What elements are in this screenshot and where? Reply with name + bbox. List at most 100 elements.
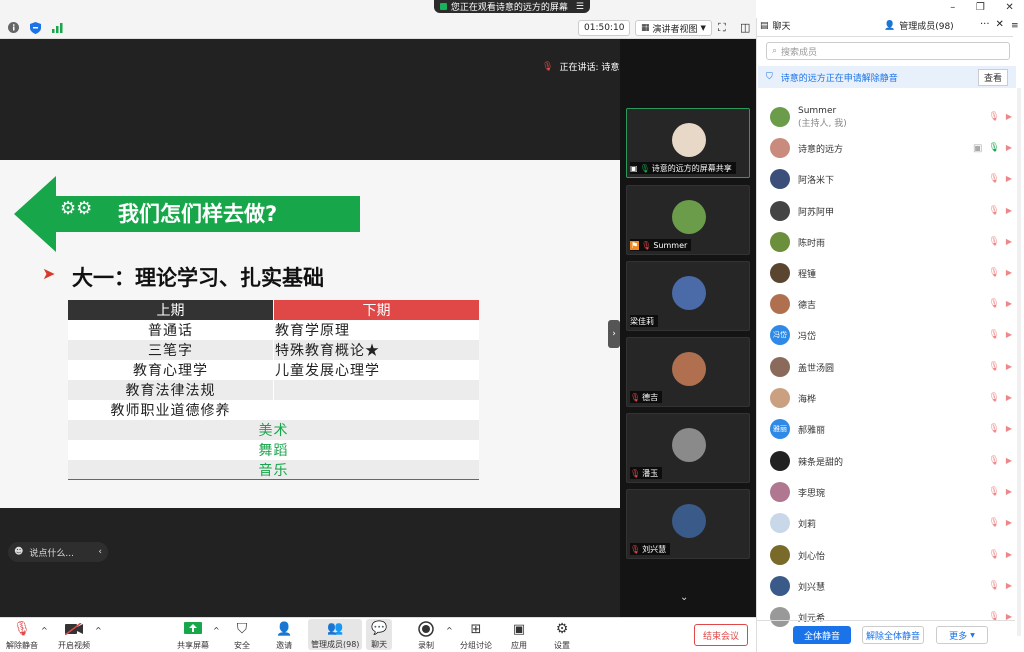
view-dropdown[interactable]: ▦ 演讲者视图 ▼	[635, 20, 712, 36]
member-row[interactable]: 诗意的远方 ▣ 🎙 ▶	[770, 135, 1020, 161]
mic-icon[interactable]: 🎙	[988, 143, 999, 154]
chat-button[interactable]: 💬 聊天	[366, 619, 393, 650]
caret-up-icon[interactable]: ^	[446, 626, 453, 635]
emoji-icon[interactable]: ☻	[14, 547, 23, 557]
member-row[interactable]: 李思琬 🎙 ▶	[770, 479, 1020, 505]
mute-all-button[interactable]: 全体静音	[793, 626, 851, 644]
video-tile[interactable]: 🎙 德吉	[626, 337, 750, 407]
mic-muted-icon[interactable]: 🎙	[988, 487, 999, 497]
mic-muted-icon[interactable]: 🎙	[988, 518, 999, 528]
video-off-icon[interactable]: ▶	[1006, 268, 1012, 278]
video-tile[interactable]: 梁佳莉	[626, 261, 750, 331]
video-off-icon[interactable]: ▶	[1006, 456, 1012, 466]
caret-up-icon[interactable]: ^	[213, 626, 220, 635]
minimize-icon[interactable]: –	[950, 2, 955, 16]
mic-muted-icon[interactable]: 🎙	[988, 362, 999, 372]
video-off-icon[interactable]: ▶	[1006, 424, 1012, 434]
mic-muted-icon[interactable]: 🎙	[988, 330, 999, 340]
share-screen-button[interactable]: 共享屏幕	[177, 620, 209, 651]
more-button[interactable]: 更多 ▼	[936, 626, 988, 644]
video-off-icon[interactable]: ▶	[1006, 299, 1012, 309]
mic-muted-icon[interactable]: 🎙	[988, 237, 999, 247]
breakout-button[interactable]: ⊞ 分组讨论	[460, 620, 492, 651]
apps-button[interactable]: ▣ 应用	[511, 620, 527, 651]
tab-members[interactable]: 👤 管理成员(98)	[884, 19, 954, 33]
scroll-down-icon[interactable]: ⌄	[680, 592, 688, 603]
video-tile[interactable]: ▣ 🎙 诗意的远方的屏幕共享	[626, 108, 750, 178]
member-row[interactable]: 刘兴慧 🎙 ▶	[770, 573, 1020, 599]
settings-button[interactable]: ⚙ 设置	[554, 620, 570, 651]
menu-icon[interactable]: ☰	[576, 2, 584, 12]
video-tile[interactable]: ⚑ 🎙 Summer	[626, 185, 750, 255]
video-off-icon[interactable]: ▶	[1006, 362, 1012, 372]
fullscreen-icon[interactable]: ⛶	[718, 21, 726, 35]
layout-icon[interactable]: ◫	[740, 21, 750, 34]
chat-quick-input[interactable]: ☻ 说点什么... ‹	[8, 542, 108, 562]
search-members-input[interactable]: ⌕ 搜索成员	[766, 42, 1010, 60]
mic-muted-icon[interactable]: 🎙	[988, 550, 999, 560]
member-row[interactable]: 刘莉 🎙 ▶	[770, 510, 1020, 536]
invite-button[interactable]: 👤 邀请	[276, 620, 292, 651]
info-icon[interactable]	[8, 22, 19, 33]
member-row[interactable]: 雅丽 郝雅丽 🎙 ▶	[770, 416, 1020, 442]
member-row[interactable]: 程锺 🎙 ▶	[770, 260, 1020, 286]
mic-muted-icon[interactable]: 🎙	[988, 299, 999, 309]
tab-chat[interactable]: ▤ 聊天	[760, 19, 791, 33]
signal-icon[interactable]	[52, 23, 64, 33]
mic-muted-icon[interactable]: 🎙	[988, 206, 999, 216]
member-row[interactable]: 德吉 🎙 ▶	[770, 291, 1020, 317]
scrollbar[interactable]	[1017, 88, 1021, 636]
meeting-toolbar: 01:50:10 ▦ 演讲者视图 ▼ ⛶ ◫	[0, 18, 756, 39]
video-off-icon[interactable]: ▶	[1006, 112, 1012, 122]
mic-muted-icon[interactable]: 🎙	[988, 393, 999, 403]
member-row[interactable]: 盖世汤圆 🎙 ▶	[770, 354, 1020, 380]
video-off-icon[interactable]: ▶	[1006, 550, 1012, 560]
video-off-icon[interactable]: ▶	[1006, 518, 1012, 528]
end-meeting-button[interactable]: 结束会议	[694, 624, 748, 646]
collapse-gallery-button[interactable]: ›	[608, 320, 620, 348]
close-icon[interactable]: ✕	[996, 19, 1004, 30]
chevron-left-icon[interactable]: ‹	[98, 547, 102, 557]
video-off-icon[interactable]: ▶	[1006, 393, 1012, 403]
video-tile[interactable]: 🎙 刘兴慧	[626, 489, 750, 559]
video-off-icon[interactable]: ▶	[1006, 487, 1012, 497]
member-row[interactable]: 海桦 🎙 ▶	[770, 385, 1020, 411]
close-icon[interactable]: ✕	[1005, 2, 1013, 16]
caret-up-icon[interactable]: ^	[41, 626, 48, 635]
video-off-icon[interactable]: ▶	[1006, 143, 1012, 154]
chevron-down-icon: ▼	[970, 631, 975, 639]
apps-icon: ▣	[512, 621, 526, 637]
mic-muted-icon[interactable]: 🎙	[988, 424, 999, 434]
mic-muted-icon[interactable]: 🎙	[988, 581, 999, 591]
mic-muted-icon[interactable]: 🎙	[988, 456, 999, 466]
member-row[interactable]: 阿洛米下 🎙 ▶	[770, 166, 1020, 192]
member-row[interactable]: 阿苏阿甲 🎙 ▶	[770, 198, 1020, 224]
manage-members-button[interactable]: 👥 管理成员(98)	[308, 619, 363, 650]
video-off-icon[interactable]: ▶	[1006, 237, 1012, 247]
mic-muted-icon[interactable]: 🎙	[988, 268, 999, 278]
member-row[interactable]: 冯岱 冯岱 🎙 ▶	[770, 322, 1020, 348]
unmute-all-button[interactable]: 解除全体静音	[862, 626, 924, 644]
security-button[interactable]: ⛉ 安全	[234, 620, 250, 651]
video-off-icon[interactable]: ▶	[1006, 581, 1012, 591]
member-row[interactable]: 刘心怡 🎙 ▶	[770, 542, 1020, 568]
member-row[interactable]: 陈时雨 🎙 ▶	[770, 229, 1020, 255]
video-off-icon[interactable]: ▶	[1006, 206, 1012, 216]
mic-muted-icon[interactable]: 🎙	[988, 112, 999, 122]
video-off-icon[interactable]: ▶	[1006, 174, 1012, 184]
menu-icon[interactable]: ≡	[1011, 21, 1019, 31]
video-tile[interactable]: 🎙 潘玉	[626, 413, 750, 483]
video-off-icon[interactable]: ▶	[1006, 330, 1012, 340]
watching-banner[interactable]: 您正在观看诗意的远方的屏幕 ☰	[434, 0, 590, 13]
member-row[interactable]: Summer (主持人, 我) 🎙 ▶	[770, 104, 1020, 130]
shield-icon[interactable]	[30, 22, 41, 34]
caret-up-icon[interactable]: ^	[95, 626, 102, 635]
restore-icon[interactable]: ❐	[976, 2, 985, 16]
mic-muted-icon[interactable]: 🎙	[988, 174, 999, 184]
more-icon[interactable]: ···	[980, 19, 990, 30]
record-button[interactable]: 录制	[418, 620, 434, 651]
view-request-button[interactable]: 查看	[977, 68, 1008, 86]
start-video-button[interactable]: 开启视频	[58, 620, 90, 651]
member-row[interactable]: 辣条是甜的 🎙 ▶	[770, 448, 1020, 474]
unmute-button[interactable]: 🎙 解除静音	[6, 620, 38, 651]
